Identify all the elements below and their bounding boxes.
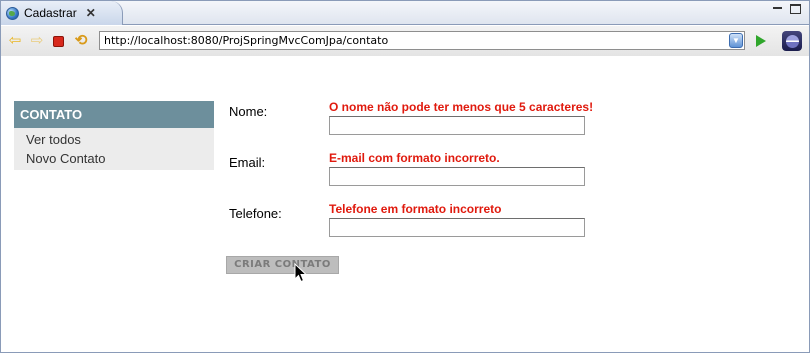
maximize-icon[interactable]: [790, 4, 801, 14]
url-input[interactable]: http://localhost:8080/ProjSpringMvcComJp…: [99, 31, 745, 50]
tab-title: Cadastrar: [24, 6, 77, 20]
page-content: CONTATO Ver todos Novo Contato Nome: O n…: [2, 56, 808, 352]
nome-label: Nome:: [229, 104, 268, 119]
sidebar-menu: CONTATO Ver todos Novo Contato: [14, 101, 214, 170]
refresh-icon[interactable]: ⟲: [73, 33, 89, 49]
telefone-label: Telefone:: [229, 206, 282, 221]
tab-cadastrar[interactable]: Cadastrar ✕: [1, 1, 123, 25]
browser-toolbar: ⇦ ⇨ ⟲ http://localhost:8080/ProjSpringMv…: [1, 26, 809, 56]
stop-icon[interactable]: [53, 35, 64, 47]
email-input[interactable]: [329, 167, 585, 186]
eclipse-icon[interactable]: [782, 31, 802, 51]
minimize-icon[interactable]: [772, 4, 783, 14]
editor-window: Cadastrar ✕ ⇦ ⇨ ⟲ http://localhost:8080/…: [0, 0, 810, 353]
nome-error: O nome não pode ter menos que 5 caracter…: [329, 100, 594, 114]
close-icon[interactable]: ✕: [86, 6, 96, 20]
window-controls: [772, 4, 801, 14]
globe-icon: [6, 6, 19, 20]
forward-arrow-icon[interactable]: ⇨: [29, 33, 45, 49]
email-error: E-mail com formato incorreto.: [329, 151, 500, 165]
sidebar-header: CONTATO: [14, 101, 214, 128]
criar-contato-button[interactable]: CRIAR CONTATO: [226, 256, 339, 274]
back-arrow-icon[interactable]: ⇦: [7, 33, 23, 49]
email-label: Email:: [229, 155, 266, 170]
sidebar-item-novo-contato[interactable]: Novo Contato: [14, 149, 214, 168]
sidebar-item-ver-todos[interactable]: Ver todos: [14, 130, 214, 149]
telefone-error: Telefone em formato incorreto: [329, 202, 502, 216]
mouse-cursor-icon: [294, 263, 308, 283]
nome-input[interactable]: [329, 116, 585, 135]
url-dropdown-icon[interactable]: ▼: [729, 33, 743, 48]
telefone-input[interactable]: [329, 218, 585, 237]
go-icon[interactable]: [756, 35, 766, 47]
tab-strip: Cadastrar ✕: [1, 1, 809, 25]
sidebar-list: Ver todos Novo Contato: [14, 128, 214, 170]
